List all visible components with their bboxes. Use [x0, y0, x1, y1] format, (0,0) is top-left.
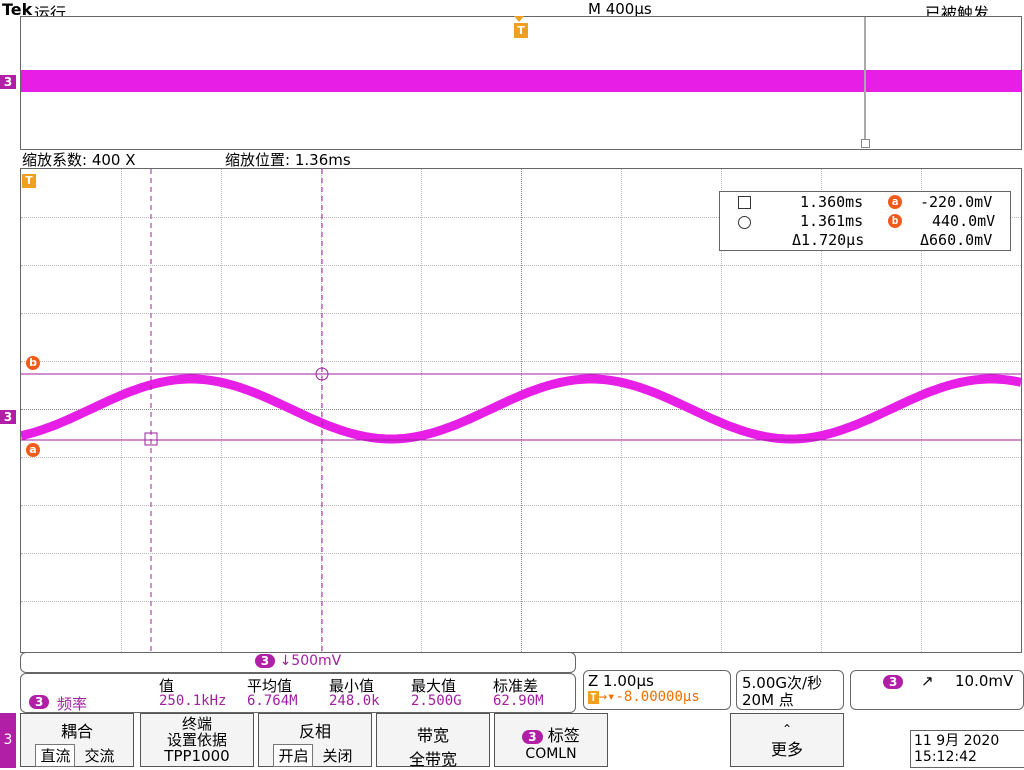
coupling-title: 耦合 [60, 722, 93, 741]
cursor-a-value: -220.0mV [920, 193, 993, 211]
invert-on[interactable]: 开启 [273, 744, 314, 767]
label-softkey[interactable]: 3 标签 COMLN [494, 713, 608, 767]
overview-zoom-marker[interactable] [864, 17, 866, 139]
cursor-b-badge: b [888, 214, 902, 228]
trigger-pos-icon: T [588, 691, 599, 704]
zoom-position-label: 缩放位置: [225, 151, 291, 169]
measurement-value: 6.764M [247, 693, 298, 709]
coupling-ac[interactable]: 交流 [81, 747, 119, 765]
measurement-value: 250.1kHz [159, 693, 227, 709]
overview-trace [21, 70, 1021, 92]
circle-cursor-time: 1.361ms [800, 212, 864, 230]
cursor-a-badge: a [888, 195, 902, 209]
overview-channel-marker: 3 [0, 75, 16, 89]
cursor-a-level-marker[interactable]: a [26, 443, 40, 457]
trigger-position-icon [514, 16, 524, 22]
label-title: 标签 [547, 726, 580, 745]
overview-zoom-handle[interactable] [861, 139, 870, 148]
trigger-pos-value: →▾-8.00000μs [598, 689, 700, 705]
bandwidth-title: 带宽 [416, 726, 449, 745]
trigger-position-readout: T →▾-8.00000μs [588, 689, 700, 705]
trigger-channel-badge: 3 [883, 675, 904, 689]
termination-value: TPP1000 [164, 747, 230, 765]
zoom-timebase-panel[interactable]: Z 1.00μs T →▾-8.00000μs [583, 670, 731, 710]
zoom-position-value: 1.36ms [294, 151, 351, 169]
square-cursor-icon [738, 196, 751, 209]
trigger-position-badge: T [514, 23, 528, 38]
measurement-value: 62.90M [493, 693, 544, 709]
zoom-factor: 缩放系数: 400 X [22, 149, 136, 170]
channel-scale-bar[interactable]: 3 ↓500mV [20, 652, 576, 673]
zoom-graticule[interactable]: 1.360ms a -220.0mV 1.361ms b 440.0mV Δ1.… [20, 168, 1022, 653]
bandwidth-softkey[interactable]: 带宽 全带宽 [376, 713, 490, 769]
coupling-softkey[interactable]: 耦合 直流 交流 [20, 713, 134, 767]
more-arrow-icon: ⌃ [781, 722, 793, 736]
softkey-channel-tab: 3 [0, 713, 16, 768]
label-channel-badge: 3 [522, 730, 543, 744]
acquisition-panel[interactable]: 5.00G次/秒 20M 点 [736, 670, 844, 710]
zoom-factor-value: 400 X [91, 151, 136, 169]
invert-title: 反相 [298, 722, 331, 741]
measurement-label: 频率 [57, 695, 88, 713]
trigger-slope-icon: ↗ [921, 672, 934, 690]
channel-scale-value: ↓500mV [279, 653, 342, 669]
zoom-factor-label: 缩放系数: [22, 151, 88, 169]
delta-value: Δ660.0mV [920, 231, 993, 249]
measurement-panel: 3 频率 值 250.1kHz 平均值 6.764M 最小值 248.0k 最大值 2.500… [20, 673, 576, 713]
trigger-panel[interactable]: 3 ↗ 10.0mV [850, 670, 1024, 710]
channel-scale-badge: 3 [254, 654, 276, 668]
time: 15:12:42 [914, 749, 977, 765]
ch3-ground-marker[interactable]: 3 [0, 410, 16, 424]
measurement-channel-badge: 3 [29, 695, 50, 709]
termination-title: 终端 [181, 715, 212, 733]
date: 11 9月 2020 [914, 733, 1000, 749]
cursor-readout: 1.360ms a -220.0mV 1.361ms b 440.0mV Δ1.… [719, 191, 1011, 251]
zoom-timebase: Z 1.00μs [588, 672, 654, 690]
zoom-position: 缩放位置: 1.36ms [225, 149, 351, 170]
trigger-marker-badge: T [22, 174, 36, 188]
trigger-level: 10.0mV [955, 672, 1014, 690]
measurement-value: 2.500G [411, 693, 462, 709]
label-value: COMLN [525, 746, 577, 762]
delta-time: Δ1.720μs [792, 231, 865, 249]
termination-softkey[interactable]: 终端 设置依据 TPP1000 [140, 713, 254, 767]
termination-subtitle: 设置依据 [166, 731, 227, 749]
more-title: 更多 [770, 740, 803, 759]
measurement-value: 248.0k [329, 693, 380, 709]
bandwidth-value: 全带宽 [408, 750, 457, 769]
ch3-waveform [21, 374, 1021, 444]
more-softkey[interactable]: ⌃ 更多 [730, 713, 844, 767]
invert-off[interactable]: 关闭 [319, 747, 357, 765]
datetime-panel: 11 9月 2020 15:12:42 [910, 730, 1024, 768]
record-length: 20M 点 [742, 691, 794, 709]
coupling-dc[interactable]: 直流 [35, 744, 76, 767]
circle-cursor-icon [738, 216, 751, 229]
cursor-b-value: 440.0mV [932, 212, 996, 230]
invert-softkey[interactable]: 反相 开启 关闭 [258, 713, 372, 767]
square-cursor-time: 1.360ms [800, 193, 864, 211]
cursor-b-level-marker[interactable]: b [26, 356, 40, 370]
